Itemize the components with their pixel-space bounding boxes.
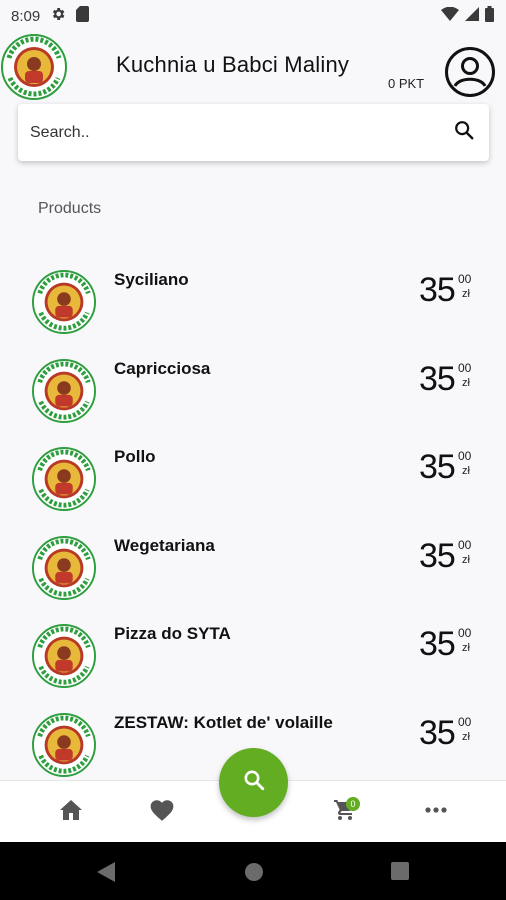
price-main: 35 (419, 271, 456, 309)
status-bar: 8:09 (0, 0, 506, 32)
search-field[interactable]: Search.. (18, 104, 489, 161)
restaurant-logo[interactable] (1, 34, 67, 100)
cart-count-badge: 0 (346, 797, 360, 811)
product-name: Pollo (114, 447, 156, 467)
heart-icon[interactable] (147, 795, 177, 825)
product-thumbnail (32, 270, 96, 334)
search-placeholder: Search.. (30, 123, 90, 141)
account-circle-icon[interactable] (444, 46, 496, 98)
more-horiz-icon[interactable] (421, 795, 451, 825)
product-name: Wegetariana (114, 535, 215, 555)
price-main: 35 (419, 625, 456, 664)
home-circle-icon[interactable] (244, 862, 264, 887)
home-icon[interactable] (56, 795, 86, 825)
loyalty-points: 0 PKT (388, 76, 425, 91)
product-thumbnail (32, 624, 96, 689)
search-icon (242, 768, 266, 797)
product-row[interactable]: Wegetariana 35 00 zł (0, 528, 506, 617)
product-thumbnail (32, 713, 96, 777)
status-time: 8:09 (11, 7, 41, 25)
price-cents: 00 (458, 272, 472, 286)
app-header: Kuchnia u Babci Maliny 0 PKT (0, 32, 506, 100)
price-main: 35 (419, 359, 456, 398)
product-row[interactable]: Capricciosa 35 00 zł (0, 351, 506, 440)
price-cents: 00 (458, 626, 472, 641)
price-main: 35 (419, 536, 456, 575)
product-row[interactable]: Pizza do SYTA 35 00 zł (0, 616, 506, 705)
battery-icon (485, 5, 494, 27)
product-name: Capricciosa (114, 358, 211, 378)
product-name: Syciliano (114, 270, 189, 289)
price-currency: zł (462, 731, 470, 743)
sd-card-icon (76, 6, 90, 26)
product-name: ZESTAW: Kotlet de' volaille (114, 713, 333, 732)
price-main: 35 (419, 714, 456, 752)
logo-graphic (1, 34, 67, 100)
search-fab-button[interactable] (219, 748, 288, 817)
product-row[interactable]: Syciliano 35 00 zł (0, 262, 506, 351)
search-icon[interactable] (453, 119, 475, 146)
price-currency: zł (462, 465, 470, 478)
section-title: Products (38, 200, 102, 217)
price-currency: zł (462, 642, 470, 655)
restaurant-title: Kuchnia u Babci Maliny (116, 52, 350, 77)
system-navigation-bar (0, 842, 506, 900)
price-cents: 00 (458, 537, 472, 552)
signal-icon (465, 6, 479, 26)
back-triangle-icon[interactable] (97, 862, 115, 887)
product-name: Pizza do SYTA (114, 624, 231, 644)
product-thumbnail (32, 358, 96, 423)
price-currency: zł (462, 288, 470, 300)
price-main: 35 (419, 448, 456, 487)
price-cents: 00 (458, 360, 472, 375)
price-cents: 00 (458, 449, 472, 464)
price-currency: zł (462, 376, 470, 389)
gear-icon (50, 6, 66, 26)
recents-square-icon[interactable] (391, 862, 409, 885)
product-row[interactable]: Pollo 35 00 zł (0, 439, 506, 528)
product-thumbnail (32, 447, 96, 512)
price-currency: zł (462, 553, 470, 566)
price-cents: 00 (458, 715, 472, 729)
product-thumbnail (32, 535, 96, 600)
wifi-icon (441, 6, 459, 26)
